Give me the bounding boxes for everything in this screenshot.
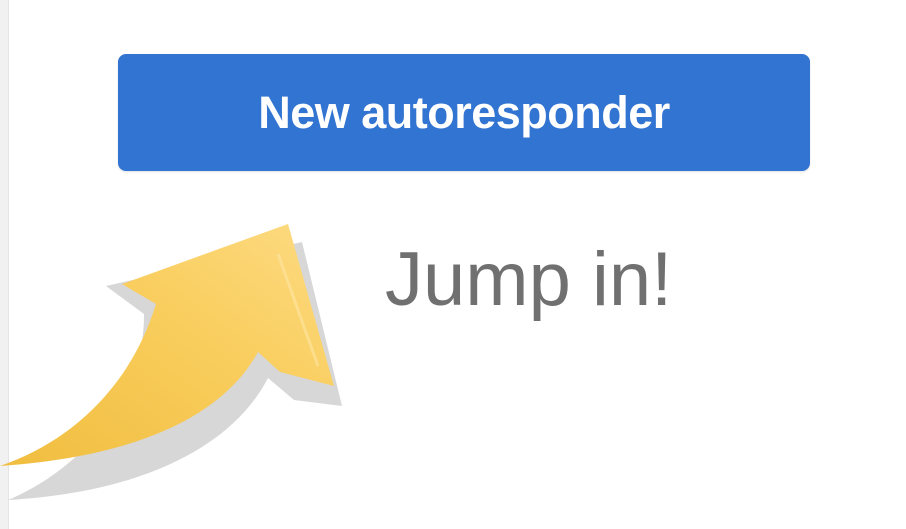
new-autoresponder-button-label: New autoresponder [258,87,670,138]
curved-up-arrow-icon [0,224,342,500]
autoresponder-empty-state: New autoresponder Jump in! [0,0,906,529]
new-autoresponder-button[interactable]: New autoresponder [118,54,810,171]
jump-in-hint: Jump in! [385,237,673,322]
